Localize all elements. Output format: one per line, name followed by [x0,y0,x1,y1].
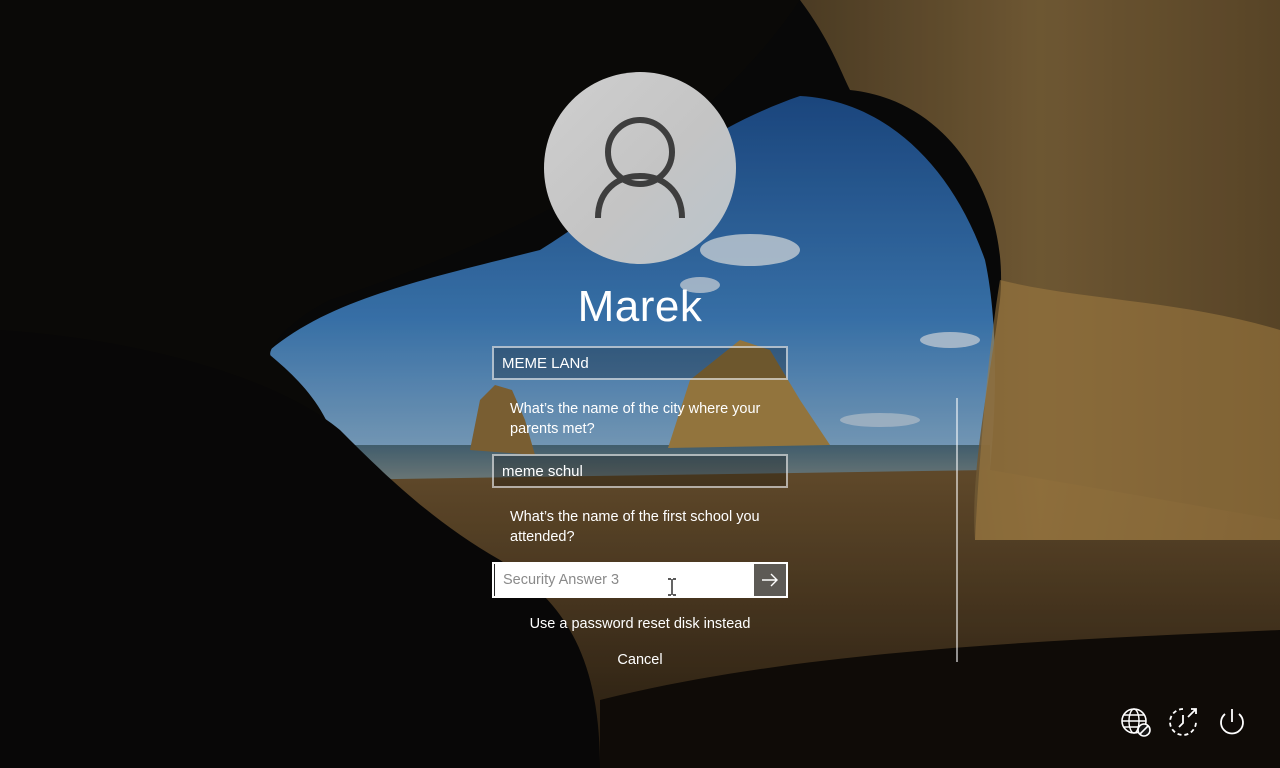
security-question-3: What’s the name of the first school you … [510,509,760,545]
network-icon[interactable] [1119,705,1153,739]
power-icon[interactable] [1215,705,1249,739]
user-name: Marek [577,282,703,331]
password-reset-disk-link[interactable]: Use a password reset disk instead [440,616,840,632]
user-avatar [544,72,736,264]
ease-of-access-icon[interactable] [1166,705,1200,739]
arrow-right-icon [762,573,778,587]
security-answer-2-field[interactable]: meme schul [492,454,788,488]
cancel-link[interactable]: Cancel [440,652,840,668]
security-answer-3-container [492,562,788,598]
vertical-divider [956,398,958,662]
security-answer-3-input[interactable] [494,564,754,596]
user-silhouette-icon [595,117,685,219]
security-answer-1-field[interactable]: MEME LANd [492,346,788,380]
security-question-2: What’s the name of the city where your p… [510,401,761,437]
submit-button[interactable] [754,564,786,596]
text-cursor-icon [668,578,676,596]
